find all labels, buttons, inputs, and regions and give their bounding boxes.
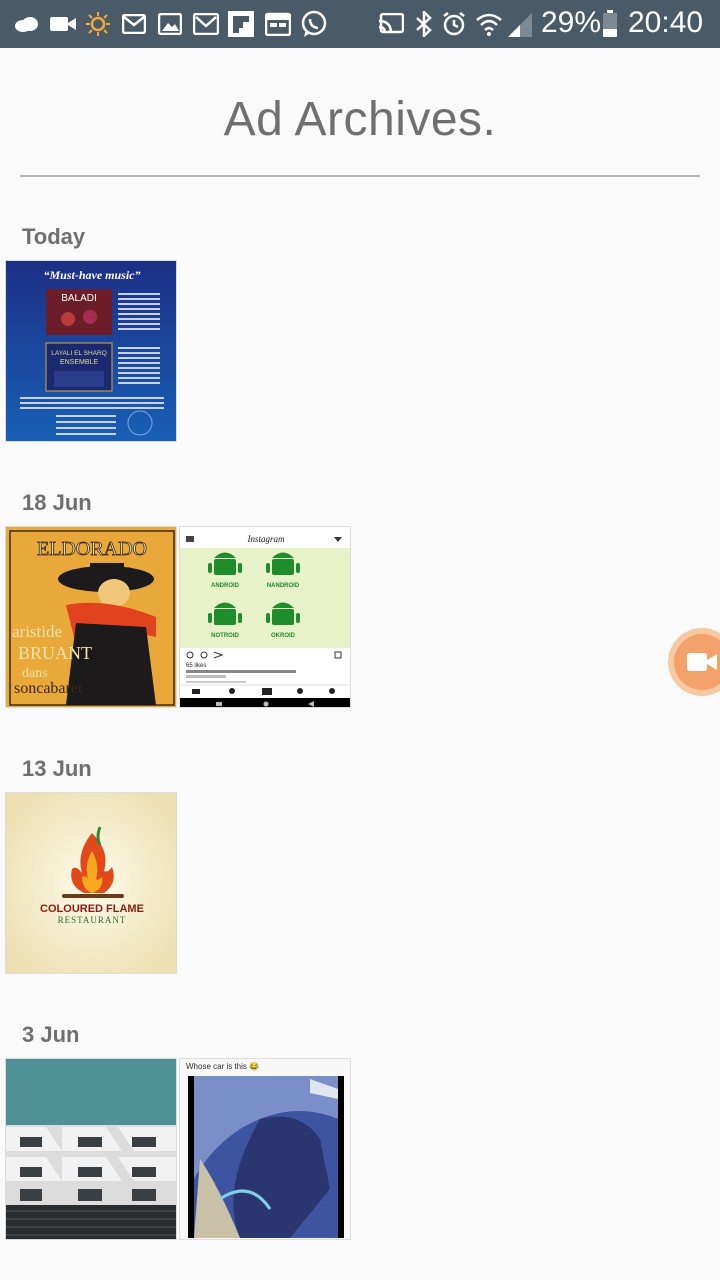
cast-icon [378,10,404,38]
section-label-18-jun: 18 Jun [22,490,92,515]
section-label-3-jun: 3 Jun [22,1022,80,1047]
eldorado-line1: aristide [12,622,62,641]
signal-icon [506,10,532,38]
flame-sub: RESTAURANT [58,915,127,925]
wifi-icon [476,10,502,38]
sun-icon [86,10,110,38]
android-label-1: ANDROID [211,583,240,589]
page-title: Ad Archives. [223,93,497,146]
music-headline: “Must-have music” [43,268,140,282]
alarm-icon [442,10,466,38]
ad-thumbnail-music[interactable]: “Must-have music” BALADI LAYALI EL SHARQ… [5,260,177,442]
album-layali-1: LAYALI EL SHARQ [51,350,107,357]
android-label-3: NOTROID [211,633,239,639]
gmail-icon [193,10,219,38]
ad-thumbnail-building[interactable] [5,1058,177,1240]
eldorado-line4: soncabaret [14,680,83,697]
title-divider [20,175,700,177]
section-label-13-jun: 13 Jun [22,756,92,781]
instagram-likes: 65 likes [186,663,206,669]
ad-thumbnail-instagram[interactable]: Instagram ANDROID NANDROID NOTROID OKROI… [179,526,351,708]
whatsapp-icon [300,10,328,38]
ad-thumbnail-whose-car[interactable]: Whose car is this 😂 [179,1058,351,1240]
eldorado-title: ELDORADO [37,538,147,560]
flipboard-icon [228,10,254,38]
gmail-icon [122,10,146,38]
flame-name: COLOURED FLAME [40,903,144,915]
video-icon [50,10,76,38]
bluetooth-icon [414,10,434,38]
android-label-2: NANDROID [267,583,300,589]
eldorado-line3: dans [22,666,48,681]
album-baladi: BALADI [61,293,97,304]
eldorado-line2: BRUANT [18,643,92,663]
car-caption: Whose car is this 😂 [186,1062,259,1071]
ad-thumbnail-coloured-flame[interactable]: COLOURED FLAME RESTAURANT [5,792,177,974]
cloud-icon [14,10,40,38]
battery-percent: 29% [541,6,602,39]
gallery-icon [158,10,182,38]
calendar-icon [265,10,291,38]
ad-thumbnail-eldorado[interactable]: ELDORADO aristide BRUANT dans soncabaret [5,526,177,708]
video-camera-icon [674,634,720,690]
section-label-today: Today [22,224,86,249]
record-video-button[interactable] [668,628,720,696]
album-layali-2: ENSEMBLE [60,359,98,366]
android-label-4: OKROID [271,633,296,639]
status-bar: 29% 20:40 [0,0,720,48]
battery-icon [602,10,618,38]
clock: 20:40 [628,6,704,39]
instagram-header: Instagram [246,534,285,544]
